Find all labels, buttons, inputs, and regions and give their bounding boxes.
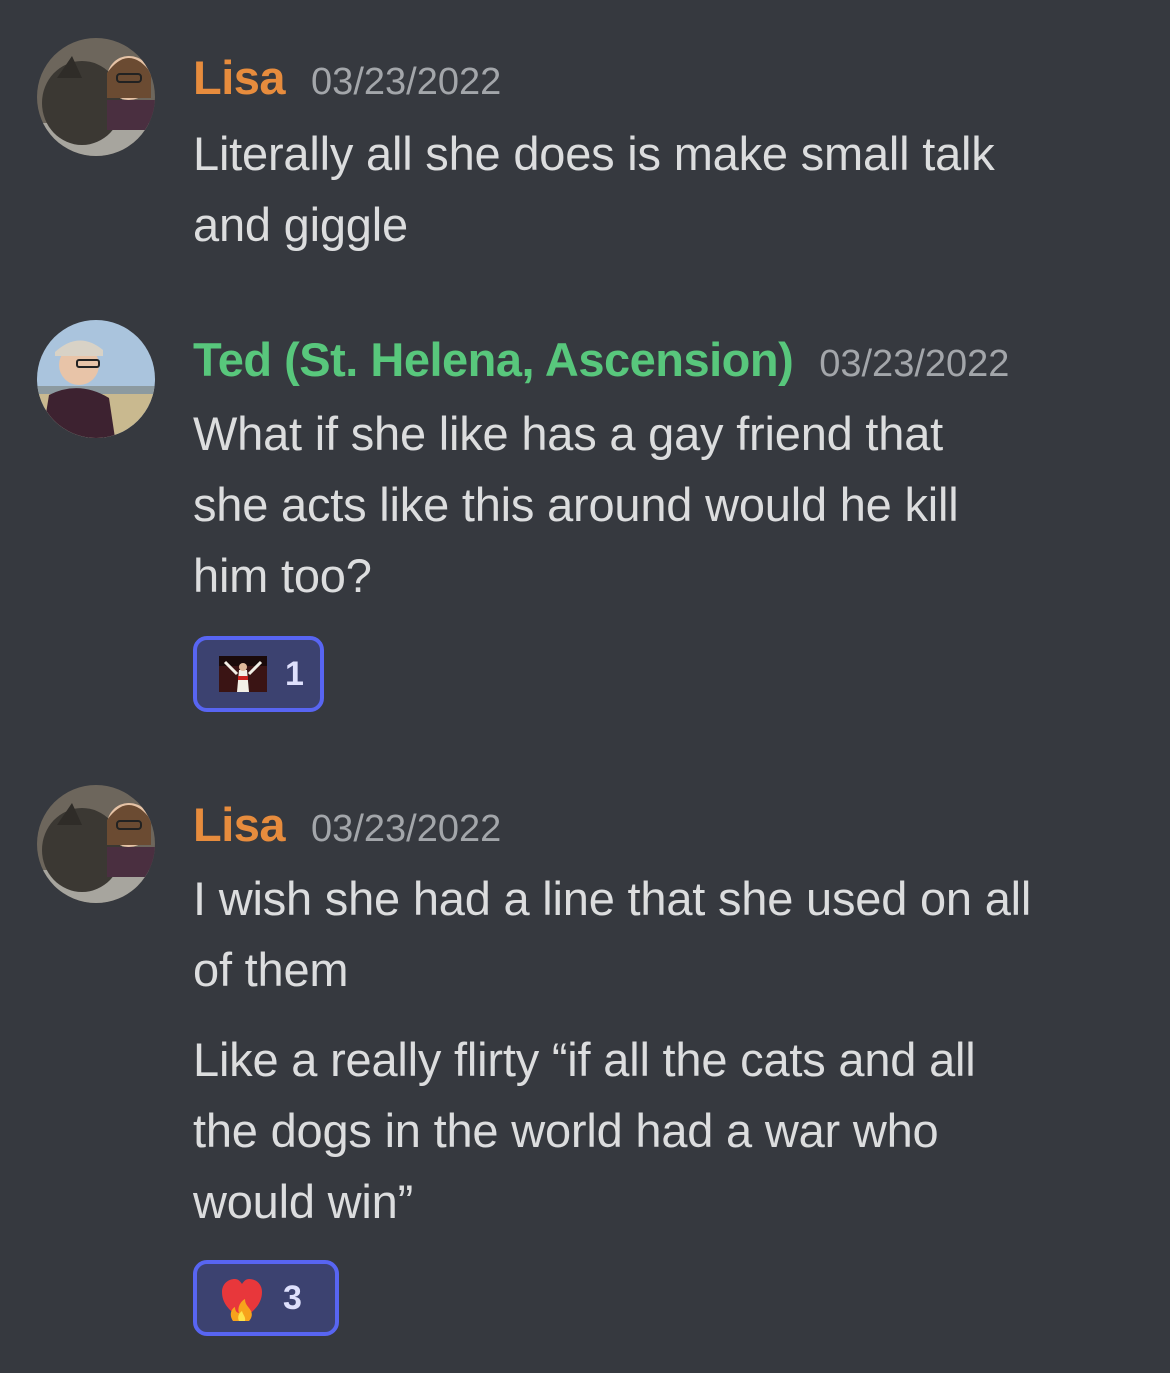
message-text: I wish she had a line that she used on a… [193, 863, 1153, 1005]
message-header: Ted (St. Helena, Ascension) 03/23/2022 [193, 332, 1009, 387]
message-line: she acts like this around would he kill [193, 478, 959, 531]
message-line: and giggle [193, 198, 408, 251]
heart-on-fire-icon [219, 1275, 265, 1321]
message-line: him too? [193, 549, 372, 602]
message-line: of them [193, 943, 349, 996]
message-line: What if she like has a gay friend that [193, 407, 944, 460]
timestamp: 03/23/2022 [311, 808, 502, 850]
message-text: Literally all she does is make small tal… [193, 118, 1153, 260]
avatar-lisa[interactable] [37, 785, 155, 903]
pope-emoji-icon [219, 656, 267, 692]
message-line: I wish she had a line that she used on a… [193, 872, 1032, 925]
avatar-lisa[interactable] [37, 38, 155, 156]
message-line: Literally all she does is make small tal… [193, 127, 995, 180]
avatar-ted[interactable] [37, 320, 155, 438]
reaction-count: 1 [285, 654, 304, 693]
message-line: Like a really flirty “if all the cats an… [193, 1033, 976, 1086]
reaction-count: 3 [283, 1278, 302, 1317]
author-name[interactable]: Ted (St. Helena, Ascension) [193, 333, 794, 386]
message-header: Lisa 03/23/2022 [193, 50, 501, 105]
message-line: would win” [193, 1175, 414, 1228]
author-name[interactable]: Lisa [193, 798, 286, 851]
reaction-button[interactable]: 1 [193, 636, 324, 712]
timestamp: 03/23/2022 [819, 343, 1010, 385]
reaction-button[interactable]: 3 [193, 1260, 339, 1336]
message-header: Lisa 03/23/2022 [193, 797, 501, 852]
message-text-followup: Like a really flirty “if all the cats an… [193, 1024, 1153, 1237]
author-name[interactable]: Lisa [193, 51, 286, 104]
timestamp: 03/23/2022 [311, 61, 502, 103]
message-line: the dogs in the world had a war who [193, 1104, 939, 1157]
message-text: What if she like has a gay friend that s… [193, 398, 1153, 611]
